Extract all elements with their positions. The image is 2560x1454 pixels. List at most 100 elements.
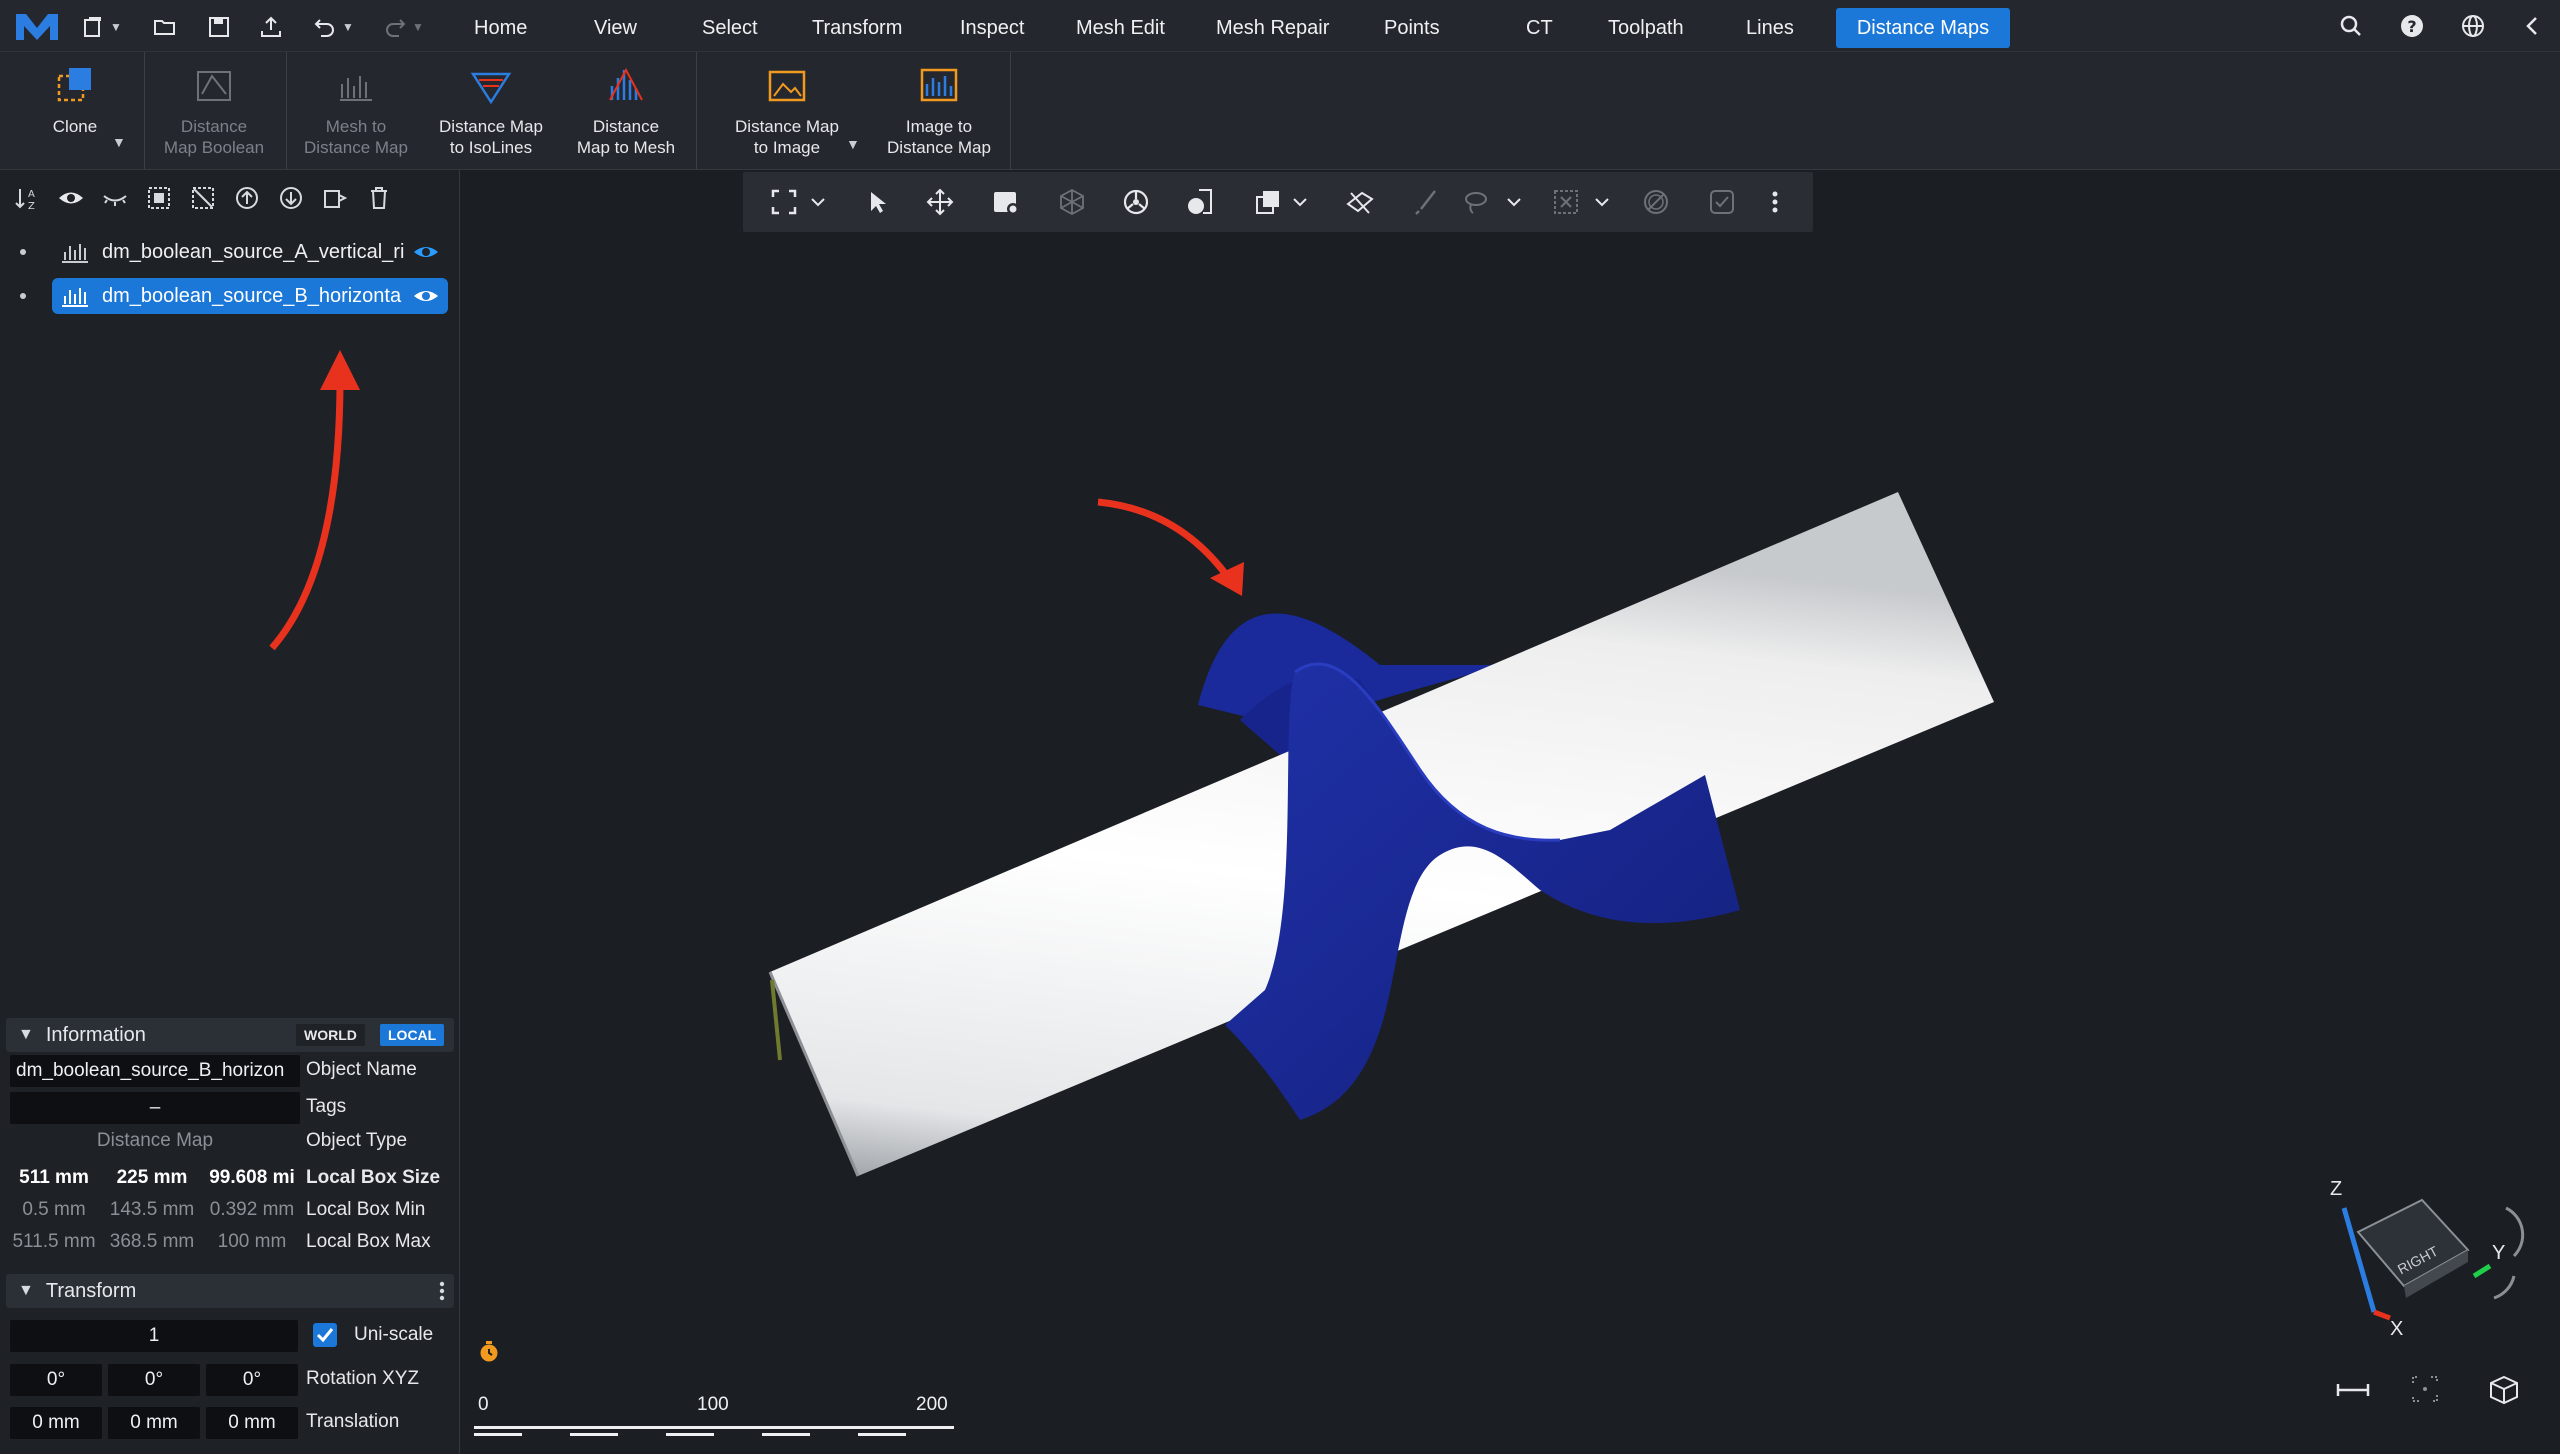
ruler-icon[interactable] [2336,1380,2370,1400]
clone-button[interactable]: Clone [40,64,110,168]
collapse-chevron-icon[interactable] [2520,13,2546,39]
app-logo-icon[interactable] [14,10,60,44]
image-edit-icon[interactable] [991,187,1021,217]
delete-icon[interactable] [364,183,394,213]
more-options-icon[interactable] [438,1280,446,1302]
local-toggle[interactable]: LOCAL [380,1024,445,1046]
brush-icon[interactable] [1411,187,1441,217]
menu-view[interactable]: View [576,8,655,48]
clipping-plane-icon[interactable] [1345,187,1375,217]
3d-scene[interactable] [740,470,2020,1190]
menu-mesh-repair[interactable]: Mesh Repair [1198,8,1347,48]
chevron-down-icon: ▼ [18,1026,34,1043]
box-min-y: 143.5 mm [109,1199,195,1220]
help-icon[interactable]: ? [2399,13,2425,39]
menu-ct[interactable]: CT [1508,8,1571,48]
ribbon-divider [696,52,697,170]
open-button[interactable] [152,12,178,42]
move-icon[interactable] [925,187,955,217]
move-down-icon[interactable] [276,183,306,213]
image-chevron-down-icon[interactable]: ▼ [846,136,860,152]
redo-button[interactable]: ▼ [382,12,424,42]
menu-select[interactable]: Select [684,8,776,48]
chevron-down-icon[interactable] [1291,187,1309,217]
transform-title: Transform [45,1279,137,1302]
distance-map-to-mesh-button[interactable]: Distance Map to Mesh [568,64,684,168]
distance-map-to-image-button[interactable]: Distance Map to Image [728,64,846,168]
object-name-input[interactable]: dm_boolean_source_B_horizon [10,1055,300,1087]
chevron-down-icon[interactable] [1505,187,1523,217]
focus-point-icon[interactable] [2410,1374,2440,1404]
ribbon-toolbar: Clone ▼ Distance Map Boolean Mesh to Dis… [0,52,2560,170]
save-icon [209,17,229,37]
annotation-arrow [269,350,360,650]
shapes-icon[interactable] [1185,187,1215,217]
undo-button[interactable]: ▼ [312,12,354,42]
tree-item-source-b[interactable]: dm_boolean_source_B_horizonta [52,278,448,314]
save-button[interactable] [206,12,232,42]
chevron-down-icon[interactable] [809,187,827,217]
visibility-eye-icon[interactable] [412,286,440,306]
translation-x-input[interactable]: 0 mm [10,1407,102,1439]
tree-bullet [20,249,26,255]
clone-chevron-down-icon[interactable]: ▼ [112,134,126,150]
menu-inspect[interactable]: Inspect [942,8,1042,48]
rotate-center-icon[interactable] [1121,187,1151,217]
mesh-to-distance-map-button[interactable]: Mesh to Distance Map [298,64,414,168]
chevron-down-icon[interactable] [1593,187,1611,217]
translation-y-input[interactable]: 0 mm [108,1407,200,1439]
transform-section-header[interactable]: ▼ Transform [6,1274,454,1308]
translation-z-input[interactable]: 0 mm [206,1407,298,1439]
annotation-arrow [1097,498,1233,583]
ribbon-divider [144,52,145,170]
search-icon[interactable] [2338,13,2364,39]
clone-icon [57,68,91,102]
globe-icon[interactable] [2460,13,2486,39]
menu-toolpath[interactable]: Toolpath [1590,8,1702,48]
image-to-distance-map-button[interactable]: Image to Distance Map [880,64,998,168]
export-button[interactable] [258,12,284,42]
sort-icon[interactable]: AZ [12,183,42,213]
menu-home[interactable]: Home [456,8,545,48]
show-eye-icon[interactable] [56,183,86,213]
menu-lines[interactable]: Lines [1728,8,1812,48]
fit-view-icon[interactable] [769,187,799,217]
rotation-x-input[interactable]: 0° [10,1364,102,1396]
menu-transform[interactable]: Transform [794,8,920,48]
world-toggle[interactable]: WORLD [296,1024,365,1046]
duplicate-icon[interactable] [320,183,350,213]
perspective-cube-icon[interactable] [2488,1374,2520,1406]
uniscale-checkbox[interactable] [312,1322,338,1348]
ribbon-divider [286,52,287,170]
copy-icon[interactable] [1253,187,1283,217]
undo-icon [314,19,334,37]
tree-item-source-a[interactable]: dm_boolean_source_A_vertical_ri [52,234,448,270]
lasso-icon[interactable] [1461,187,1491,217]
menu-points[interactable]: Points [1366,8,1458,48]
disable-icon[interactable] [1641,187,1671,217]
rotation-z-input[interactable]: 0° [206,1364,298,1396]
menu-mesh-edit[interactable]: Mesh Edit [1058,8,1183,48]
scale-input[interactable]: 1 [10,1320,298,1352]
timer-icon[interactable] [478,1340,500,1364]
confirm-icon[interactable] [1707,187,1737,217]
select-all-icon[interactable] [144,183,174,213]
axis-y-label: Y [2492,1242,2506,1264]
tags-input[interactable]: – [10,1092,300,1124]
new-file-button[interactable]: ▼ [80,12,122,42]
mesh-grid-icon[interactable] [1057,187,1087,217]
select-pointer-icon[interactable] [863,187,893,217]
menu-distance-maps[interactable]: Distance Maps [1836,8,2010,48]
hide-eye-icon[interactable] [100,183,130,213]
rotation-label: Rotation XYZ [306,1368,419,1389]
information-section-header[interactable]: ▼ Information WORLD LOCAL [6,1018,454,1052]
distance-map-boolean-button[interactable]: Distance Map Boolean [156,64,272,168]
deselect-icon[interactable] [188,183,218,213]
visibility-eye-icon[interactable] [412,242,440,262]
move-up-icon[interactable] [232,183,262,213]
rotation-y-input[interactable]: 0° [108,1364,200,1396]
more-options-icon[interactable] [1769,187,1781,217]
annotation-arrowhead [1210,562,1244,596]
box-select-icon[interactable] [1551,187,1581,217]
distance-map-to-isolines-button[interactable]: Distance Map to IsoLines [432,64,550,168]
